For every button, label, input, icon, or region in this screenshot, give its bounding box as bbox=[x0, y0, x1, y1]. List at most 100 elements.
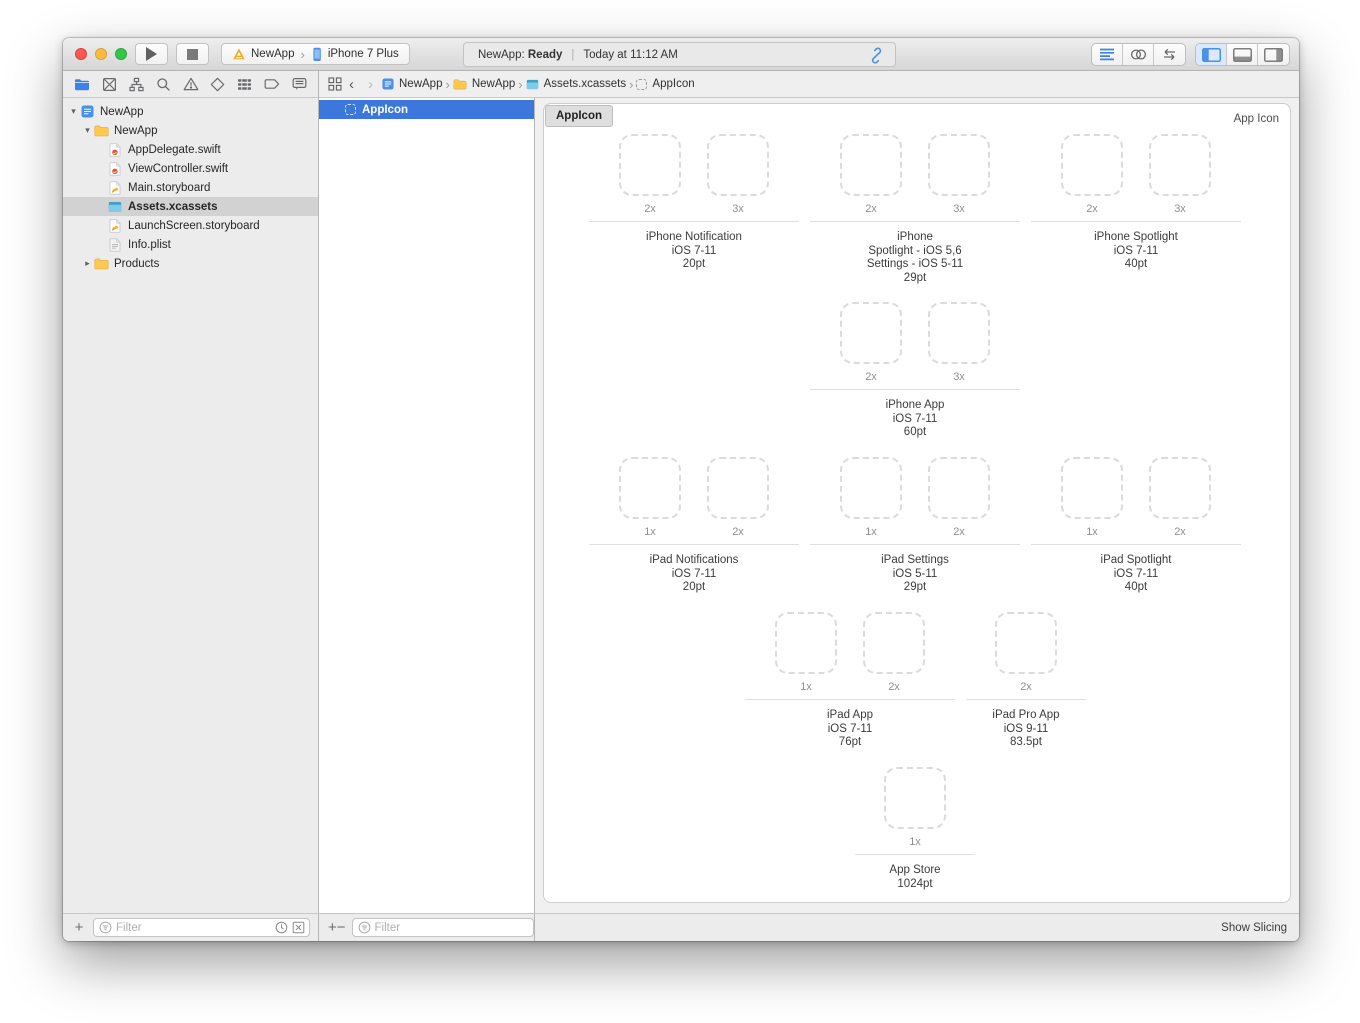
view-toggle-group bbox=[1195, 43, 1290, 66]
icon-well[interactable] bbox=[619, 457, 681, 519]
zoom-window-button[interactable] bbox=[115, 48, 127, 60]
group-title: iPad SpotlightiOS 7-1140pt bbox=[1031, 554, 1241, 595]
forward-button[interactable]: › bbox=[361, 76, 380, 93]
debug-navigator-icon[interactable] bbox=[235, 75, 255, 93]
toggle-navigator-button[interactable] bbox=[1196, 44, 1227, 65]
icon-well[interactable] bbox=[884, 767, 946, 829]
tree-row-file[interactable]: Info.plist bbox=[63, 235, 318, 254]
group-title: iPhone NotificationiOS 7-1120pt bbox=[589, 231, 799, 272]
icon-well[interactable] bbox=[1061, 134, 1123, 196]
scale-label: 3x bbox=[928, 371, 990, 383]
version-editor-button[interactable] bbox=[1154, 44, 1185, 65]
navigator-filter-field[interactable] bbox=[93, 918, 310, 937]
xcode-window: NewApp › iPhone 7 Plus NewApp: Ready | T… bbox=[63, 38, 1299, 941]
icon-well[interactable] bbox=[707, 457, 769, 519]
add-asset-button[interactable]: + bbox=[328, 921, 337, 935]
group-divider bbox=[855, 854, 975, 855]
issue-navigator-icon[interactable] bbox=[181, 75, 201, 93]
breadcrumb-group[interactable]: NewApp bbox=[453, 78, 515, 90]
minimize-window-button[interactable] bbox=[95, 48, 107, 60]
tree-row-file-selected[interactable]: Assets.xcassets bbox=[63, 197, 318, 216]
icon-well[interactable] bbox=[840, 134, 902, 196]
breakpoint-navigator-icon[interactable] bbox=[262, 75, 282, 93]
test-navigator-icon[interactable] bbox=[208, 75, 228, 93]
editor-pane: AppIcon App Icon 2x 3x iPhone Notificati… bbox=[535, 98, 1299, 913]
breadcrumb-assets[interactable]: Assets.xcassets bbox=[526, 78, 626, 90]
slot-group-ipad-app: 1x 2x iPad AppiOS 7-1176pt bbox=[745, 612, 955, 750]
disclosure-open-icon[interactable]: ▾ bbox=[68, 106, 79, 117]
tree-row-file[interactable]: ViewController.swift bbox=[63, 159, 318, 178]
report-navigator-icon[interactable] bbox=[289, 75, 309, 93]
standard-editor-button[interactable] bbox=[1092, 44, 1123, 65]
close-window-button[interactable] bbox=[75, 48, 87, 60]
asset-filter-field[interactable] bbox=[352, 918, 534, 937]
show-slicing-button[interactable]: Show Slicing bbox=[1221, 922, 1287, 934]
icon-well[interactable] bbox=[863, 612, 925, 674]
filter-icon bbox=[358, 921, 371, 934]
tree-label: NewApp bbox=[100, 106, 143, 118]
tree-row-project[interactable]: ▾ NewApp bbox=[63, 102, 318, 121]
navigator-bottom-bar: + bbox=[63, 914, 318, 941]
tree-row-products[interactable]: ▸ Products bbox=[63, 254, 318, 273]
source-control-status-filter-icon[interactable] bbox=[292, 921, 305, 934]
icon-well[interactable] bbox=[775, 612, 837, 674]
toggle-debug-area-button[interactable] bbox=[1227, 44, 1258, 65]
scale-label: 3x bbox=[928, 203, 990, 215]
run-button[interactable] bbox=[135, 43, 168, 65]
back-button[interactable]: ‹ bbox=[342, 76, 361, 93]
toolbar-right-controls bbox=[1091, 43, 1290, 66]
stop-button[interactable] bbox=[176, 43, 209, 65]
recents-clock-icon[interactable] bbox=[275, 921, 288, 934]
toggle-inspector-button[interactable] bbox=[1258, 44, 1289, 65]
plist-file-icon bbox=[107, 238, 123, 252]
remove-asset-button[interactable]: − bbox=[337, 921, 346, 935]
icon-well[interactable] bbox=[928, 457, 990, 519]
scale-label: 1x bbox=[1061, 526, 1123, 538]
link-icon[interactable] bbox=[868, 47, 885, 64]
disclosure-open-icon[interactable]: ▾ bbox=[82, 125, 93, 136]
group-divider bbox=[810, 221, 1020, 222]
icon-well[interactable] bbox=[995, 612, 1057, 674]
scale-label: 2x bbox=[840, 203, 902, 215]
group-divider bbox=[810, 389, 1020, 390]
symbol-navigator-icon[interactable] bbox=[126, 75, 146, 93]
add-file-button[interactable]: + bbox=[71, 921, 87, 935]
asset-list-item-appicon[interactable]: AppIcon bbox=[319, 100, 534, 119]
related-items-icon[interactable] bbox=[328, 77, 342, 91]
filter-icon bbox=[99, 921, 112, 934]
window-controls bbox=[75, 48, 127, 60]
icon-well[interactable] bbox=[1061, 457, 1123, 519]
breadcrumb-project[interactable]: NewApp bbox=[382, 78, 442, 90]
icon-well[interactable] bbox=[928, 302, 990, 364]
tree-row-group[interactable]: ▾ NewApp bbox=[63, 121, 318, 140]
icon-well[interactable] bbox=[1149, 134, 1211, 196]
tree-row-file[interactable]: LaunchScreen.storyboard bbox=[63, 216, 318, 235]
scheme-selector[interactable]: NewApp › iPhone 7 Plus bbox=[221, 43, 410, 65]
icon-well[interactable] bbox=[619, 134, 681, 196]
tree-row-file[interactable]: AppDelegate.swift bbox=[63, 140, 318, 159]
tree-label: LaunchScreen.storyboard bbox=[128, 220, 260, 232]
assistant-editor-button[interactable] bbox=[1123, 44, 1154, 65]
navigator-pane: ▾ NewApp ▾ NewApp AppDelegate.swift View… bbox=[63, 71, 318, 913]
breadcrumb-appicon[interactable]: AppIcon bbox=[636, 78, 694, 90]
find-navigator-icon[interactable] bbox=[153, 75, 173, 93]
status-divider: | bbox=[571, 49, 574, 61]
destination-name: iPhone 7 Plus bbox=[328, 48, 399, 60]
group-divider bbox=[745, 699, 955, 700]
project-navigator-icon[interactable] bbox=[72, 75, 92, 93]
icon-well[interactable] bbox=[707, 134, 769, 196]
icon-well[interactable] bbox=[840, 457, 902, 519]
icon-well[interactable] bbox=[840, 302, 902, 364]
debug-area-panel-icon bbox=[1233, 48, 1252, 62]
project-file-tree: ▾ NewApp ▾ NewApp AppDelegate.swift View… bbox=[63, 98, 318, 913]
disclosure-closed-icon[interactable]: ▸ bbox=[82, 258, 93, 269]
asset-list-pane: AppIcon bbox=[319, 98, 534, 913]
slot-group-ipad-pro-app: 2x iPad Pro AppiOS 9-1183.5pt bbox=[966, 612, 1086, 750]
icon-well[interactable] bbox=[1149, 457, 1211, 519]
assistant-editor-icon bbox=[1130, 48, 1147, 61]
tree-row-file[interactable]: Main.storyboard bbox=[63, 178, 318, 197]
slot-group-ipad-settings: 1x 2x iPad SettingsiOS 5-1129pt bbox=[810, 457, 1020, 595]
icon-well[interactable] bbox=[928, 134, 990, 196]
source-control-navigator-icon[interactable] bbox=[99, 75, 119, 93]
iphone-icon bbox=[311, 47, 323, 62]
